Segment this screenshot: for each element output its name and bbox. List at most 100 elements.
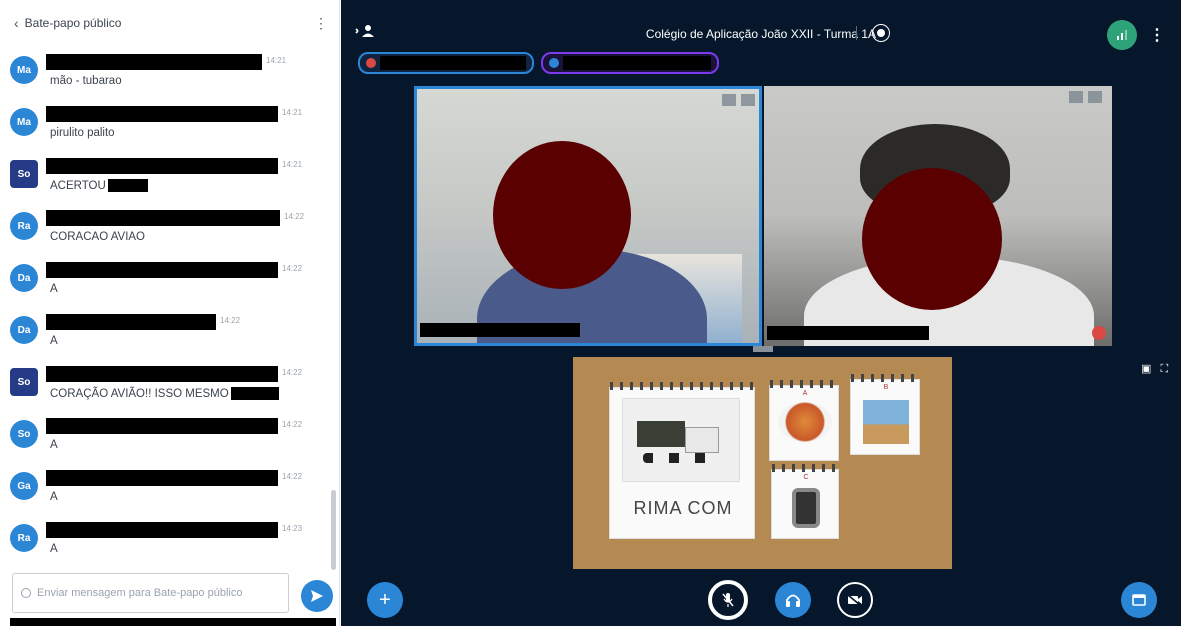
truck-image [622, 398, 740, 482]
message-text: CORAÇÃO AVIÃO!! ISSO MESMO [50, 387, 229, 400]
message-text: A [50, 283, 58, 295]
kebab-icon[interactable]: ⋮ [314, 15, 328, 32]
resize-handle[interactable] [753, 346, 773, 352]
share-webcam-button[interactable] [837, 582, 873, 618]
message-text-row: A [50, 491, 58, 503]
message-text-row: A [50, 543, 58, 555]
message-text-row: ACERTOU [50, 179, 148, 192]
avatar: Ga [10, 472, 38, 500]
webcam-video-tile[interactable] [414, 86, 762, 346]
mic-icon [549, 58, 559, 68]
message-time: 14:23 [282, 524, 303, 533]
option-card-a: A [769, 380, 839, 461]
blurred-face [493, 141, 631, 289]
users-toggle-button[interactable] [355, 24, 377, 43]
message-time: 14:22 [282, 264, 303, 273]
record-button[interactable] [872, 24, 890, 42]
avatar: Ma [10, 56, 38, 84]
option-card-b: B [850, 374, 920, 455]
layout-button[interactable] [1121, 582, 1157, 618]
message-text-row: A [50, 439, 58, 451]
window-icon [1132, 594, 1146, 606]
chat-message: Ra 14:22 CORACAO AVIAO [0, 206, 330, 258]
chat-message: So 14:22 A [0, 414, 330, 466]
fullscreen-icon[interactable] [1088, 91, 1102, 103]
redacted-sender-name [46, 262, 278, 278]
message-text: CORACAO AVIAO [50, 231, 146, 243]
emoji-icon[interactable] [21, 588, 31, 598]
redacted-sender-name [46, 314, 216, 330]
option-letter: B [883, 384, 889, 391]
redacted-sender-name [46, 158, 278, 174]
message-time: 14:22 [282, 420, 303, 429]
message-text: A [50, 543, 58, 555]
truck-wheels [643, 453, 719, 463]
connection-status-button[interactable] [1107, 20, 1137, 50]
webcam-video-tile[interactable] [764, 86, 1112, 346]
redacted-sender-name [46, 106, 278, 122]
message-text-row: A [50, 335, 58, 347]
chat-message: Ga 14:22 A [0, 466, 330, 518]
message-list: Ma 14:21 mão - tubarao Ma 14:21 pirulito pali… [0, 50, 330, 565]
actions-button[interactable]: + [367, 582, 403, 618]
message-time: 14:21 [282, 108, 303, 117]
option-letter: C [803, 474, 809, 481]
notebook-rings [770, 380, 838, 388]
avatar: So [10, 420, 38, 448]
fullscreen-icon[interactable] [741, 94, 755, 106]
chat-message: Da 14:22 A [0, 258, 330, 310]
focus-icon[interactable] [722, 94, 736, 106]
options-kebab-icon[interactable]: ⋮ [1149, 25, 1165, 45]
notebook-rings [772, 464, 838, 472]
chat-message-input[interactable] [37, 587, 277, 599]
avatar: So [10, 160, 38, 188]
message-text: ACERTOU [50, 179, 106, 192]
mic-muted-icon [366, 58, 376, 68]
chat-title[interactable]: Bate-papo público [25, 16, 314, 30]
talking-indicator[interactable] [541, 52, 719, 74]
message-text: A [50, 439, 58, 451]
redacted-sender-name [46, 54, 262, 70]
presentation-slide[interactable]: RIMA COM A B C [573, 357, 952, 569]
message-text: pirulito palito [50, 127, 115, 139]
mute-button[interactable] [708, 580, 748, 620]
talking-indicator[interactable] [358, 52, 534, 74]
message-time: 14:22 [284, 212, 305, 221]
mic-muted-icon [1092, 326, 1106, 340]
fullscreen-icon[interactable]: ⛶ [1160, 363, 1168, 375]
chat-message: So 14:21 ACERTOU [0, 154, 330, 206]
message-time: 14:22 [282, 368, 303, 377]
video-off-icon [847, 594, 862, 606]
truck-cab [685, 427, 719, 453]
chevron-left-icon[interactable]: ‹ [14, 15, 19, 31]
food-image [778, 402, 832, 442]
avatar: So [10, 368, 38, 396]
chat-message: Ra 14:23 A [0, 518, 330, 565]
notebook-rings [851, 374, 919, 382]
chat-message: Ma 14:21 mão - tubarao [0, 50, 330, 102]
send-button[interactable] [301, 580, 333, 612]
message-text: A [50, 491, 58, 503]
record-icon [877, 29, 885, 37]
audio-button[interactable] [775, 582, 811, 618]
rhyme-card: RIMA COM [609, 382, 755, 539]
message-text-row: CORACAO AVIAO [50, 231, 145, 243]
send-icon [311, 590, 323, 602]
truck-cargo [637, 421, 685, 447]
focus-icon[interactable]: ▣ [1141, 363, 1151, 375]
redacted-name [767, 326, 929, 340]
message-text-row: A [50, 283, 58, 295]
meeting-area: Colégio de Aplicação João XXII - Turma 1… [341, 0, 1181, 626]
message-text-row: CORAÇÃO AVIÃO!! ISSO MESMO [50, 387, 279, 400]
watch-image [792, 488, 820, 528]
title-divider [856, 26, 857, 40]
meeting-topbar: Colégio de Aplicação João XXII - Turma 1… [341, 0, 1181, 50]
chat-scrollbar[interactable] [331, 490, 336, 570]
option-card-c: C [771, 464, 839, 539]
option-letter: A [802, 390, 808, 397]
chat-message: Ma 14:21 pirulito palito [0, 102, 330, 154]
focus-icon[interactable] [1069, 91, 1083, 103]
redacted-sender-name [46, 470, 278, 486]
mic-off-icon [722, 593, 734, 607]
blurred-face [862, 168, 1002, 310]
